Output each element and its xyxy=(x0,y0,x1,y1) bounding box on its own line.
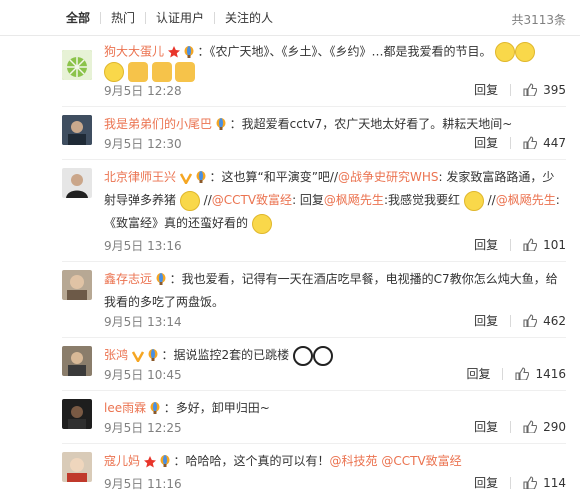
tab-verified[interactable]: 认证用户 xyxy=(146,11,214,25)
comment-time: 9月5日 10:45 xyxy=(104,368,182,382)
reply-button[interactable]: 回复 xyxy=(474,474,498,491)
like-button[interactable]: 114 xyxy=(523,476,566,490)
balloon-badge-icon xyxy=(156,273,166,285)
comment-time: 9月5日 13:16 xyxy=(104,239,182,253)
comment-item: 寇儿妈 ：哈哈哈，这个真的可以有！@科技苑 @CCTV致富经 9月5日 11:1… xyxy=(62,444,566,499)
mention-link[interactable]: @CCTV致富经 xyxy=(381,454,461,468)
avatar-photo-icon xyxy=(62,115,92,145)
comment-item: 张鸿 ：据说监控2套的已跳楼 9月5日 10:45 回复 1416 xyxy=(62,338,566,391)
avatar-photo-icon xyxy=(62,270,92,300)
comment-text: // xyxy=(199,193,212,207)
reply-button[interactable]: 回复 xyxy=(474,312,498,329)
avatar-fruit-icon xyxy=(62,50,92,80)
smile-emoji-icon xyxy=(515,42,536,62)
comment-item: 狗大大蛋儿 ：《农广天地》、《乡土》、《乡约》…都是我爱看的节目。 9月5日 1… xyxy=(62,42,566,107)
like-button[interactable]: 290 xyxy=(523,420,566,434)
tab-all[interactable]: 全部 xyxy=(62,11,100,25)
mention-link[interactable]: @枫飏先生 xyxy=(496,193,556,207)
action-divider xyxy=(510,83,512,96)
like-button[interactable]: 447 xyxy=(523,136,566,150)
thumbs-up-icon xyxy=(523,420,538,433)
reply-button[interactable]: 回复 xyxy=(474,81,498,98)
comment-username[interactable]: 寇儿妈 xyxy=(104,454,140,468)
laugh-emoji-icon xyxy=(463,190,484,211)
action-divider xyxy=(510,420,512,433)
avatar-photo-icon xyxy=(62,399,92,429)
tab-following[interactable]: 关注的人 xyxy=(215,11,283,25)
reply-button[interactable]: 回复 xyxy=(474,236,498,253)
action-divider xyxy=(502,367,504,380)
comment-text: ：我也爱看，记得有一天在酒店吃早餐，电视播的C7教你怎么炖大鱼，给我看的多吃了两… xyxy=(104,272,558,309)
avatar[interactable] xyxy=(62,50,92,80)
like-count: 101 xyxy=(543,237,566,252)
smile-emoji-icon xyxy=(495,42,516,62)
thumbs-up-icon xyxy=(523,314,538,327)
like-count: 114 xyxy=(543,475,566,490)
like-count: 1416 xyxy=(535,366,566,381)
thumbs-up-icon xyxy=(523,136,538,149)
like-button[interactable]: 101 xyxy=(523,238,566,252)
action-divider xyxy=(510,314,512,327)
comment-time: 9月5日 12:28 xyxy=(104,84,182,98)
avatar[interactable] xyxy=(62,168,92,198)
comment-time: 9月5日 12:30 xyxy=(104,137,182,151)
avatar-photo-icon xyxy=(62,346,92,376)
comment-text: ：哈哈哈，这个真的可以有！ xyxy=(173,454,330,468)
comment-username[interactable]: 狗大大蛋儿 xyxy=(104,45,164,59)
like-count: 395 xyxy=(543,82,566,97)
comment-time: 9月5日 13:14 xyxy=(104,315,182,329)
balloon-badge-icon xyxy=(184,45,194,58)
like-button[interactable]: 395 xyxy=(523,83,566,97)
comment-time: 9月5日 11:16 xyxy=(104,477,182,491)
avatar[interactable] xyxy=(62,270,92,300)
like-count: 462 xyxy=(543,313,566,328)
like-count: 290 xyxy=(543,419,566,434)
like-button[interactable]: 462 xyxy=(523,314,566,328)
action-divider xyxy=(510,136,512,149)
mention-link[interactable]: @科技苑 xyxy=(330,454,378,468)
thumbs-up-icon xyxy=(515,367,530,380)
comment-text: ：《农广天地》、《乡土》、《乡约》…都是我爱看的节目。 xyxy=(197,44,492,59)
mention-link[interactable]: @CCTV致富经 xyxy=(212,193,292,207)
comment-item: lee雨霖 ：多好，卸甲归田~ 9月5日 12:25 回复 290 xyxy=(62,391,566,444)
thumbs-up-icon xyxy=(523,238,538,251)
balloon-badge-icon xyxy=(196,171,206,183)
comment-item: 鑫存志远 ：我也爱看，记得有一天在酒店吃早餐，电视播的C7教你怎么炖大鱼，给我看… xyxy=(62,262,566,338)
comment-time: 9月5日 12:25 xyxy=(104,421,182,435)
action-divider xyxy=(510,238,512,251)
comment-text: : 回复 xyxy=(292,193,324,207)
comment-username[interactable]: 鑫存志远 xyxy=(104,272,152,286)
action-divider xyxy=(510,476,512,489)
comment-item: 我是弟弟们的小尾巴 ：我超爱看cctv7，农广天地太好看了。耕耘天地间~ 9月5… xyxy=(62,107,566,160)
star-badge-icon xyxy=(167,46,180,58)
avatar[interactable] xyxy=(62,399,92,429)
mention-link[interactable]: @战争史研究WHS xyxy=(338,170,439,184)
comment-text: :我感觉我要红 xyxy=(383,193,460,207)
verified-v-icon xyxy=(179,172,192,184)
comment-username[interactable]: 北京律师王兴 xyxy=(104,170,176,184)
tab-hot[interactable]: 热门 xyxy=(101,11,145,25)
avatar[interactable] xyxy=(62,346,92,376)
comment-count: 共3113条 xyxy=(511,13,566,27)
like-button[interactable]: 1416 xyxy=(515,367,566,381)
comment-item: 北京律师王兴 ：这也算“和平演变”吧//@战争史研究WHS: 发家致富路路通，少… xyxy=(62,160,566,262)
comment-text: // xyxy=(483,193,496,207)
comment-text: ：这也算“和平演变”吧// xyxy=(209,170,339,184)
avatar-photo-icon xyxy=(62,168,92,198)
like-count: 447 xyxy=(543,135,566,150)
avatar[interactable] xyxy=(62,452,92,482)
thumbs-up-icon xyxy=(523,83,538,96)
star-badge-icon xyxy=(143,455,156,467)
mention-link[interactable]: @枫飏先生 xyxy=(324,193,384,207)
comment-filter-tabs: 全部 热门 认证用户 关注的人 共3113条 xyxy=(0,0,580,36)
laugh-emoji-icon xyxy=(179,190,200,211)
avatar[interactable] xyxy=(62,115,92,145)
thumbs-up-icon xyxy=(523,476,538,489)
reply-button[interactable]: 回复 xyxy=(466,365,490,382)
balloon-badge-icon xyxy=(160,455,170,467)
avatar-photo-icon xyxy=(62,452,92,482)
reply-button[interactable]: 回复 xyxy=(474,134,498,151)
reply-button[interactable]: 回复 xyxy=(474,418,498,435)
